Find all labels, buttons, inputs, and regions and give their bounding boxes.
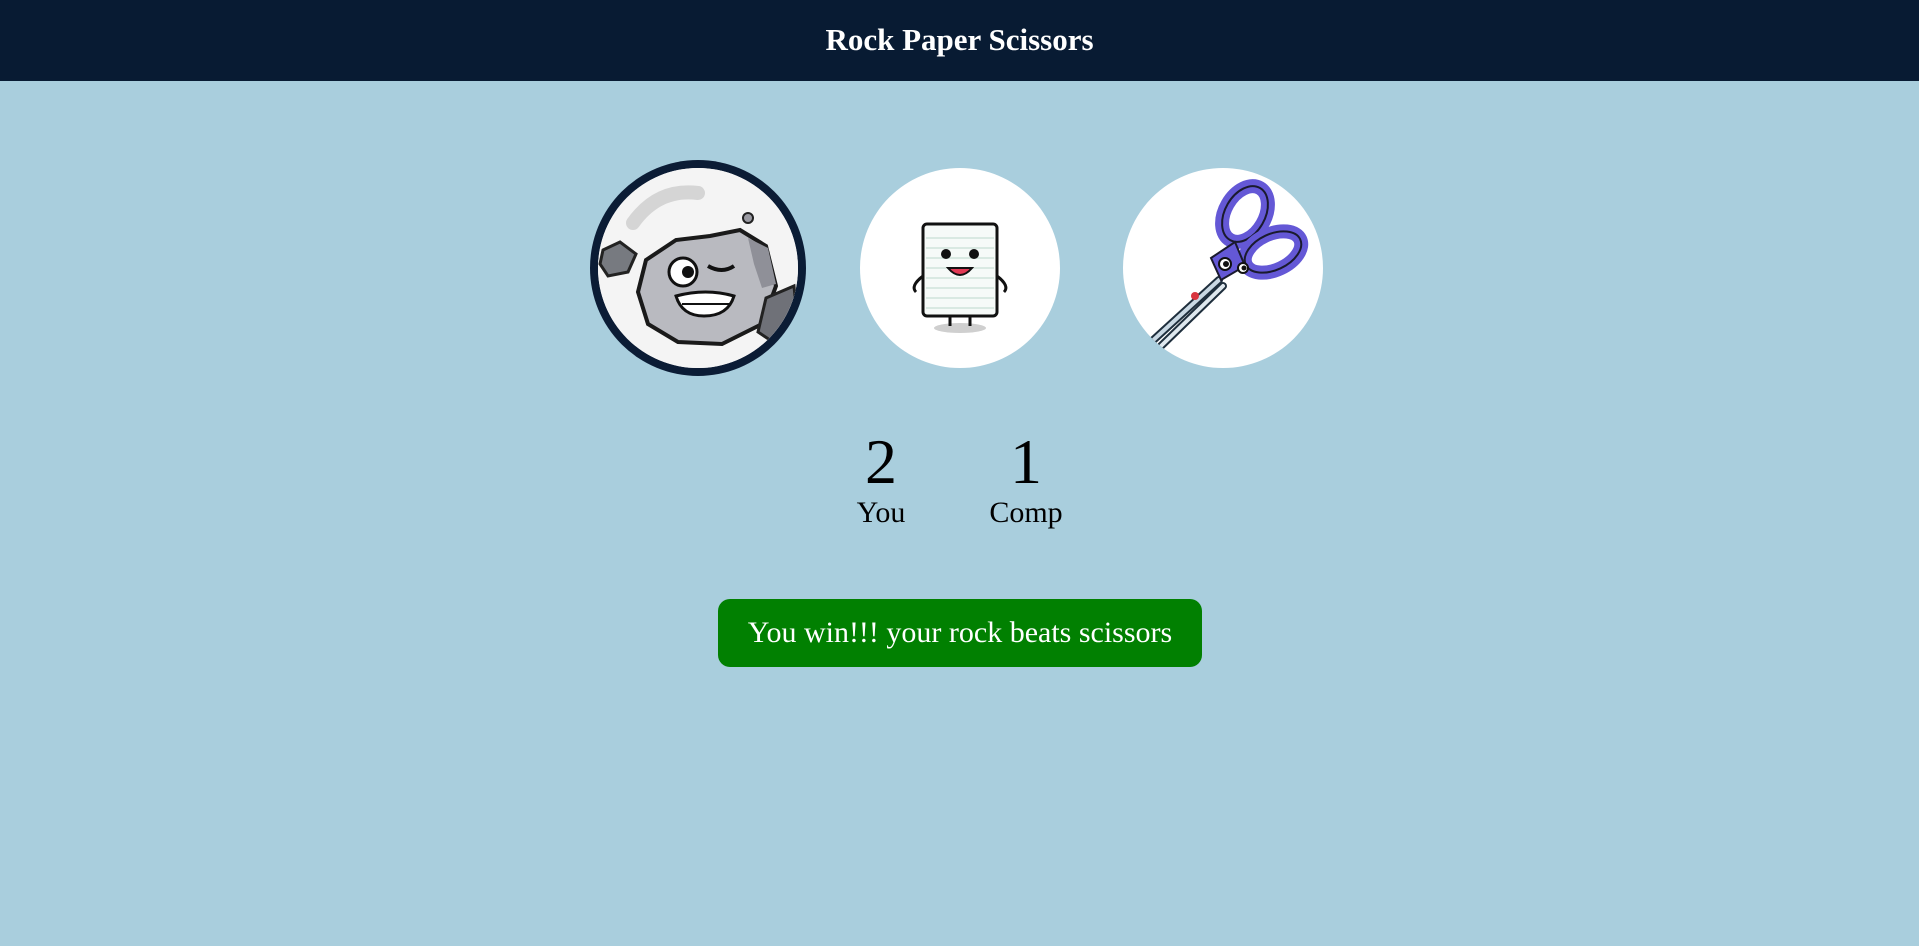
page-title: Rock Paper Scissors: [825, 21, 1094, 57]
comp-score: 1 Comp: [976, 426, 1076, 528]
comp-score-label: Comp: [989, 496, 1063, 529]
user-score: 2 You: [845, 426, 917, 528]
paper-choice-button[interactable]: [860, 168, 1060, 368]
scissors-icon: [1145, 179, 1309, 350]
rock-character-icon: [598, 168, 798, 368]
choices-container: [0, 168, 1919, 368]
user-score-value: 2: [865, 426, 897, 497]
scissors-choice-button[interactable]: [1123, 168, 1323, 368]
app-header: Rock Paper Scissors: [0, 0, 1919, 81]
rock-choice-button[interactable]: [598, 168, 798, 368]
result-message: You win!!! your rock beats scissors: [718, 599, 1202, 667]
comp-score-value: 1: [1010, 426, 1042, 497]
user-score-label: You: [856, 496, 906, 529]
paper-character-icon: [912, 222, 1008, 333]
